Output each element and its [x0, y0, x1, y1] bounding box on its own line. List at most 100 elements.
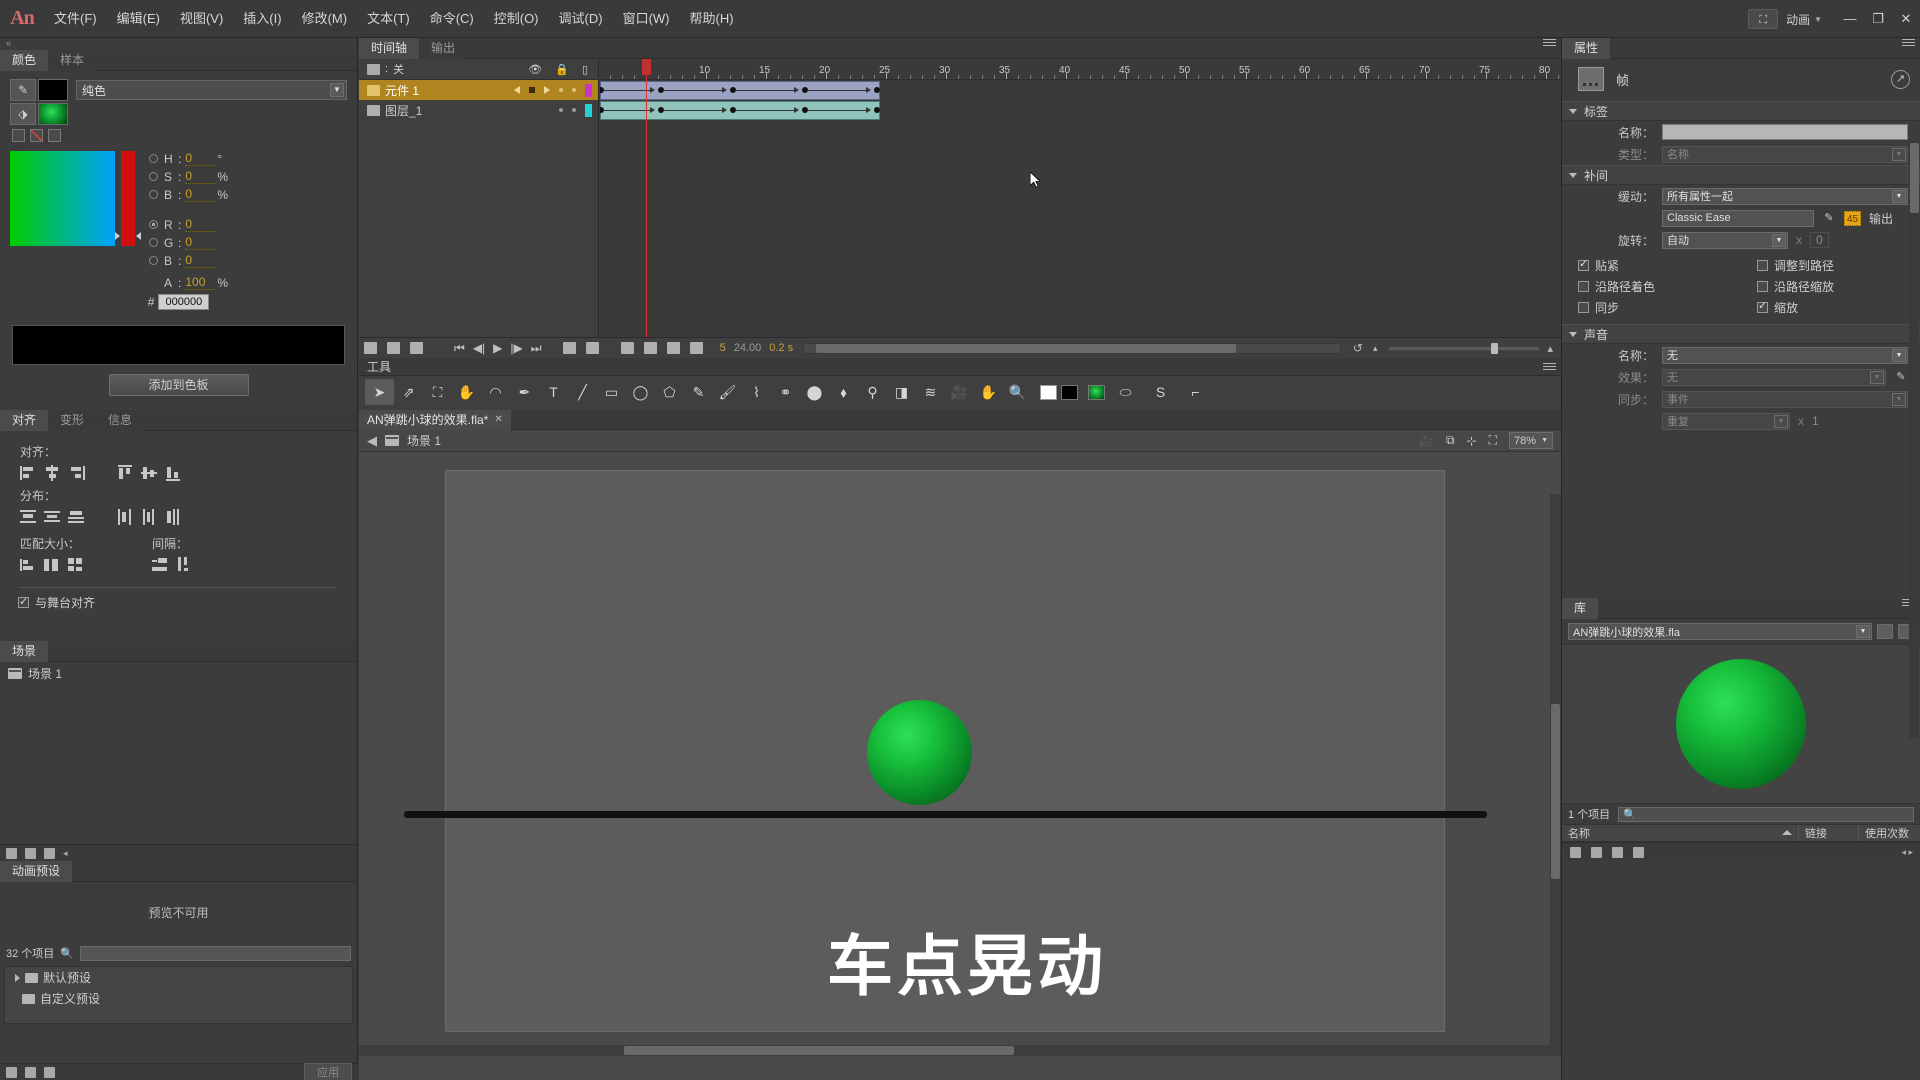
distribute-top-icon[interactable]: [20, 509, 37, 525]
straighten-tool[interactable]: ⌐: [1181, 379, 1210, 405]
rgb-row-g[interactable]: G : 0: [149, 235, 228, 250]
sound-name-select[interactable]: 无 ▼: [1662, 346, 1908, 364]
layer-color-chip[interactable]: [585, 83, 592, 97]
radio-g[interactable]: [149, 238, 158, 247]
zoom-select[interactable]: 78% ▼: [1509, 432, 1553, 449]
camera-icon[interactable]: 🎥: [1419, 434, 1434, 448]
outline-icon[interactable]: ▯: [582, 63, 588, 76]
back-arrow-icon[interactable]: ◀: [367, 433, 377, 449]
chevron-down-icon[interactable]: ▼: [1814, 15, 1822, 24]
bone-tool[interactable]: ⚭: [771, 379, 800, 405]
value-s[interactable]: 0: [185, 169, 216, 184]
delete-scene-icon[interactable]: [44, 847, 55, 859]
new-library-folder-icon[interactable]: [1591, 846, 1602, 858]
radio-b[interactable]: [149, 190, 158, 199]
radio-b2[interactable]: [149, 256, 158, 265]
tween-checkbox-4[interactable]: 同步: [1562, 297, 1741, 318]
eraser-tool[interactable]: ◨: [887, 379, 916, 405]
rgb-row-b[interactable]: B : 0: [149, 253, 228, 268]
delete-preset-icon[interactable]: [44, 1066, 55, 1078]
stage-canvas[interactable]: 车点晃动: [359, 452, 1561, 1056]
smooth-tool[interactable]: S: [1146, 379, 1175, 405]
properties-scrollbar[interactable]: [1909, 138, 1919, 738]
pin-library-icon[interactable]: [1877, 624, 1893, 639]
play-icon[interactable]: ▶: [493, 341, 502, 355]
no-color-icon[interactable]: [30, 129, 43, 142]
frames-area[interactable]: [600, 59, 1561, 337]
fill-color-swatch[interactable]: [38, 103, 68, 125]
tab-swatches[interactable]: 样本: [48, 50, 97, 71]
sound-sync-select[interactable]: 事件 ▼: [1662, 390, 1908, 408]
resize-handle[interactable]: ◂: [63, 848, 68, 859]
tab-properties[interactable]: 属性: [1562, 38, 1611, 59]
value-b2[interactable]: 0: [185, 253, 216, 268]
sound-repeat-select[interactable]: 重复 ▼: [1662, 412, 1790, 430]
symbol-properties-icon[interactable]: [1612, 846, 1623, 858]
section-label-header[interactable]: 标签: [1562, 101, 1920, 121]
subselection-tool[interactable]: ⇗: [394, 379, 423, 405]
ease-output-label[interactable]: 输出: [1869, 210, 1893, 227]
chevron-down-icon[interactable]: ▼: [1892, 147, 1906, 161]
stage-document-area[interactable]: 车点晃动: [404, 470, 1487, 1032]
distribute-vertical-center-icon[interactable]: [44, 509, 61, 525]
value-r[interactable]: 0: [185, 217, 216, 232]
new-folder-layer-icon[interactable]: [643, 342, 657, 354]
alpha-row[interactable]: A : 100 %: [149, 275, 228, 290]
menu-item-2[interactable]: 视图(V): [170, 0, 233, 38]
checkbox-icon[interactable]: [1757, 260, 1768, 271]
onion-skin-footer-icon[interactable]: [410, 342, 423, 354]
align-top-icon[interactable]: [117, 465, 134, 481]
collapse-arrow-icon[interactable]: [1569, 108, 1577, 114]
close-icon[interactable]: ✕: [494, 414, 502, 425]
menu-item-4[interactable]: 修改(M): [292, 0, 358, 38]
camera-layer-icon[interactable]: [689, 342, 703, 354]
tween-checkbox-5[interactable]: 缩放: [1741, 297, 1920, 318]
timeline-hscrollbar[interactable]: [803, 342, 1341, 354]
tab-transform[interactable]: 变形: [48, 410, 97, 431]
layer-row-symbol[interactable]: 元件 1: [359, 80, 598, 100]
stage-vscrollbar[interactable]: [1550, 494, 1561, 1056]
fill-color-tool[interactable]: [1088, 384, 1105, 400]
swap-colors-icon[interactable]: [48, 129, 61, 142]
zoom-out-frames-icon[interactable]: ▴: [1373, 343, 1378, 354]
collapse-arrow-icon[interactable]: [1569, 172, 1577, 178]
tab-timeline[interactable]: 时间轴: [359, 38, 420, 59]
lock-icon[interactable]: 🔒: [555, 63, 569, 76]
chevron-down-icon[interactable]: ▼: [1870, 370, 1884, 384]
distribute-left-icon[interactable]: [117, 509, 134, 525]
zoom-in-frames-icon[interactable]: ▴: [1547, 342, 1553, 355]
eye-icon[interactable]: 👁: [528, 63, 542, 76]
menu-item-8[interactable]: 调试(D): [549, 0, 613, 38]
lasso-tool[interactable]: ✋: [452, 379, 481, 405]
pen-tool[interactable]: ✒: [510, 379, 539, 405]
value-alpha[interactable]: 100: [185, 275, 216, 290]
sort-ascending-icon[interactable]: [1782, 830, 1792, 835]
save-preset-icon[interactable]: [6, 1066, 17, 1078]
hex-input[interactable]: 000000: [158, 294, 210, 310]
tab-motion-presets[interactable]: 动画预设: [0, 861, 73, 882]
layer1-keyframe[interactable]: [874, 107, 880, 113]
align-horizontal-center-icon[interactable]: [44, 465, 61, 481]
workspace-label[interactable]: 动画: [1786, 11, 1810, 28]
chevron-down-icon[interactable]: ▼: [1772, 233, 1786, 247]
layer-row-layer1[interactable]: 图层_1: [359, 100, 598, 120]
insert-keyframe-icon[interactable]: [562, 342, 576, 354]
timeline-ruler[interactable]: 1510152025303540455055606570758085909510…: [600, 59, 1561, 80]
properties-menu-icon[interactable]: [1902, 38, 1915, 48]
new-layer-icon[interactable]: [620, 342, 634, 354]
add-to-swatches-button[interactable]: 添加到色板: [108, 374, 249, 396]
chevron-down-icon[interactable]: ▼: [330, 83, 344, 97]
ball-shape[interactable]: [867, 700, 972, 805]
lock-dot[interactable]: [572, 88, 576, 92]
rotate-select[interactable]: 自动 ▼: [1662, 231, 1788, 249]
stroke-color-tool[interactable]: [1040, 384, 1057, 400]
frame-name-input[interactable]: [1662, 124, 1908, 140]
tab-output[interactable]: 输出: [419, 38, 468, 59]
fill-tool-icon[interactable]: ⬗: [10, 103, 36, 125]
timeline-hscroll-thumb[interactable]: [816, 343, 1237, 353]
menu-item-7[interactable]: 控制(O): [484, 0, 549, 38]
radio-r[interactable]: [149, 220, 158, 229]
rectangle-tool[interactable]: ▭: [597, 379, 626, 405]
loop-playback-icon[interactable]: ↺: [1353, 341, 1363, 355]
visibility-dot[interactable]: [559, 88, 563, 92]
